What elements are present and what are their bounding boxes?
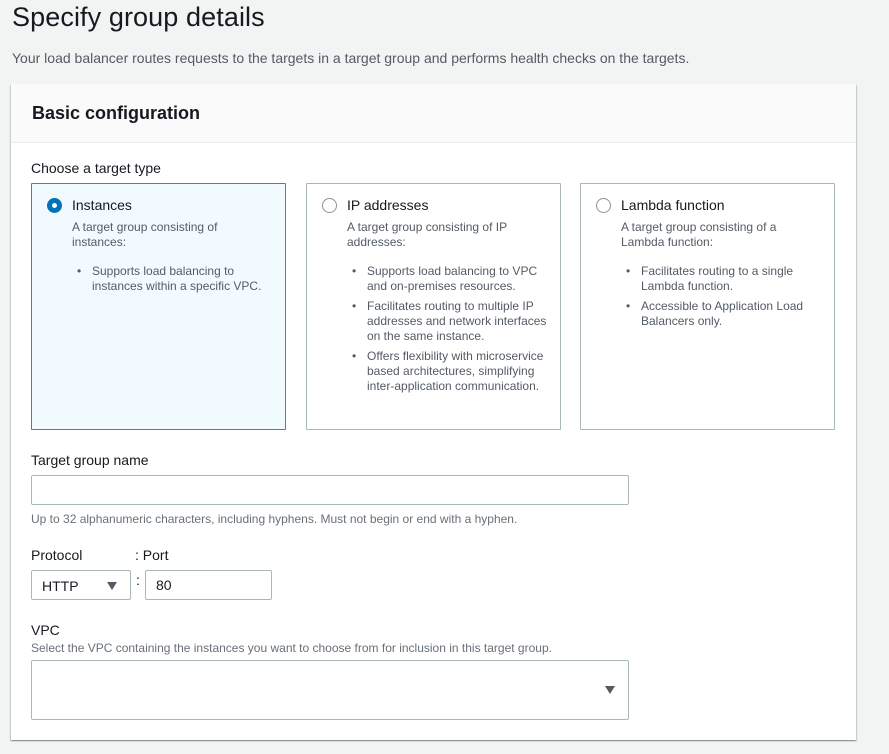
card-bullet: Facilitates routing to a single Lambda f… <box>621 264 826 294</box>
card-bullet-list: Facilitates routing to a single Lambda f… <box>621 264 826 334</box>
radio-icon[interactable] <box>322 198 337 213</box>
caret-down-icon <box>107 582 117 590</box>
port-input[interactable] <box>145 570 272 600</box>
target-type-label: Choose a target type <box>31 160 161 176</box>
vpc-hint: Select the VPC containing the instances … <box>31 641 552 655</box>
panel-header: Basic configuration <box>11 84 856 143</box>
card-bullet: Supports load balancing to instances wit… <box>72 264 277 294</box>
card-bullet: Facilitates routing to multiple IP addre… <box>347 299 552 344</box>
target-type-card-instances[interactable]: Instances A target group consisting of i… <box>31 183 286 430</box>
vpc-label: VPC <box>31 622 60 638</box>
panel-title: Basic configuration <box>32 103 201 123</box>
port-separator: : <box>136 572 140 588</box>
page-description: Your load balancer routes requests to th… <box>12 50 690 66</box>
page-title: Specify group details <box>12 2 265 32</box>
target-type-card-ip-addresses[interactable]: IP addresses A target group consisting o… <box>306 183 561 430</box>
card-bullet: Supports load balancing to VPC and on-pr… <box>347 264 552 294</box>
card-bullet: Accessible to Application Load Balancers… <box>621 299 826 329</box>
card-title: Lambda function <box>621 197 725 213</box>
card-title: Instances <box>72 197 132 213</box>
vpc-select[interactable] <box>31 660 629 720</box>
card-description: A target group consisting of a Lambda fu… <box>621 220 777 249</box>
radio-icon[interactable] <box>47 198 62 213</box>
protocol-select[interactable]: HTTP <box>31 570 131 600</box>
caret-down-icon <box>605 686 615 694</box>
radio-icon[interactable] <box>596 198 611 213</box>
card-bullet: Offers flexibility with microservice bas… <box>347 349 552 394</box>
port-label: : Port <box>135 547 169 563</box>
card-bullet-list: Supports load balancing to instances wit… <box>72 264 277 299</box>
card-title: IP addresses <box>347 197 429 213</box>
protocol-label: Protocol <box>31 547 83 563</box>
target-group-name-hint: Up to 32 alphanumeric characters, includ… <box>31 512 518 526</box>
protocol-select-value: HTTP <box>42 578 79 594</box>
target-group-name-input[interactable] <box>31 475 629 505</box>
card-description: A target group consisting of IP addresse… <box>347 220 507 249</box>
card-description: A target group consisting of instances: <box>72 220 218 249</box>
target-type-card-lambda-function[interactable]: Lambda function A target group consistin… <box>580 183 835 430</box>
target-group-name-label: Target group name <box>31 452 149 468</box>
basic-configuration-panel: Basic configuration Choose a target type… <box>11 84 856 740</box>
card-bullet-list: Supports load balancing to VPC and on-pr… <box>347 264 552 399</box>
